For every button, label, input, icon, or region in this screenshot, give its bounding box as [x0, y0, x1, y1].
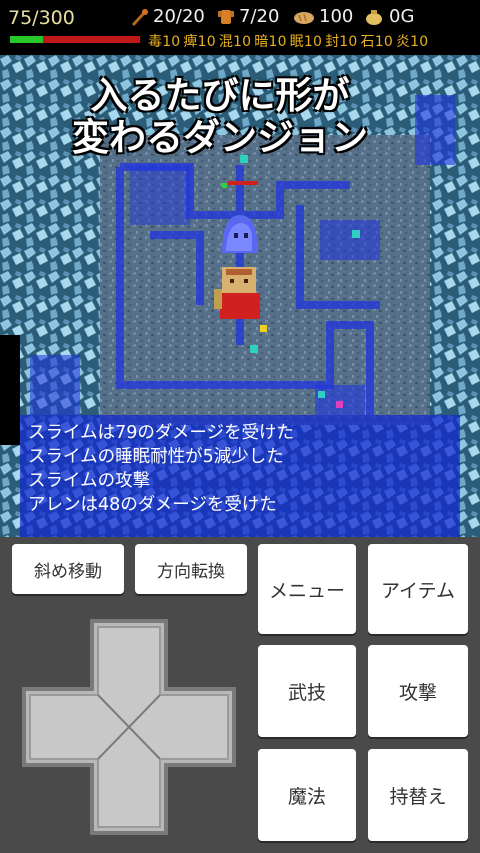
resistance-list: 毒10 痺10 混10 暗10 眠10 封10 石10 炎10	[148, 31, 431, 51]
message-log: スライムは79のダメージを受けた スライムの睡眠耐性が5減少した スライムの攻撃…	[20, 415, 460, 537]
dpad-down[interactable]	[100, 759, 158, 827]
staff-icon	[131, 8, 148, 26]
gold-pouch-icon	[366, 9, 382, 25]
resist-paralysis: 痺10	[183, 34, 216, 50]
log-line: スライムの睡眠耐性が5減少した	[28, 447, 284, 467]
hp-bar	[10, 36, 140, 43]
control-panel: 斜め移動 方向転換 メニュー アイテム 武技 攻撃 魔法 持替え	[0, 537, 480, 853]
weapon-stat: 20/20	[130, 6, 205, 27]
dpad-left[interactable]	[30, 697, 98, 757]
magic-button[interactable]: 魔法	[258, 749, 356, 841]
log-line: アレンは48のダメージを受けた	[28, 495, 277, 515]
hp-value: 75/300	[8, 7, 75, 29]
armor-durability: 7/20	[239, 6, 280, 27]
swap-button[interactable]: 持替え	[368, 749, 468, 841]
armor-icon	[218, 9, 234, 24]
dpad-right[interactable]	[160, 697, 228, 757]
dpad-up[interactable]	[100, 627, 158, 695]
resist-sleep: 眠10	[289, 34, 323, 50]
weapon-durability: 20/20	[153, 6, 205, 27]
resist-blind: 暗10	[254, 34, 287, 50]
skill-button[interactable]: 武技	[258, 645, 356, 737]
dpad[interactable]	[20, 617, 238, 837]
log-line: スライムは79のダメージを受けた	[28, 423, 295, 443]
dungeon-view[interactable]: 入るたびに形が 変わるダンジョン スライムは79のダメージを受けた スライムの睡…	[0, 55, 480, 537]
caption-line2: 変わるダンジョン	[72, 116, 368, 159]
resist-poison: 毒10	[148, 34, 181, 50]
food-value: 100	[319, 6, 354, 27]
item-button[interactable]: アイテム	[368, 544, 468, 634]
hp-bar-fill	[10, 36, 43, 43]
bread-icon	[294, 11, 314, 24]
attack-button[interactable]: 攻撃	[368, 645, 468, 737]
status-hud: 75/300 20/20 7/20 100 0G 毒10 痺10 混10 暗10…	[0, 0, 480, 55]
resist-confusion: 混10	[218, 34, 252, 50]
gold-stat: 0G	[362, 6, 414, 27]
armor-stat: 7/20	[216, 6, 279, 27]
enemy-hp-bar	[228, 181, 258, 185]
gold-value: 0G	[389, 6, 415, 27]
diagonal-move-button[interactable]: 斜め移動	[12, 544, 124, 594]
resist-fire: 炎10	[395, 34, 429, 50]
resist-stone: 石10	[360, 34, 393, 50]
log-line: スライムの攻撃	[28, 471, 151, 491]
resist-seal: 封10	[325, 34, 358, 50]
turn-button[interactable]: 方向転換	[135, 544, 247, 594]
menu-button[interactable]: メニュー	[258, 544, 356, 634]
food-stat: 100	[292, 6, 353, 27]
